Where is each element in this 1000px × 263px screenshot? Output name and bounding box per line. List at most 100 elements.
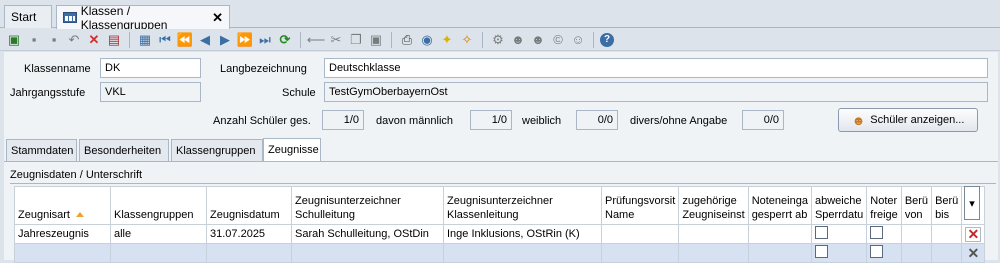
- cell-zeugnisart[interactable]: Jahreszeugnis: [14, 224, 111, 244]
- col-noten-freigabe[interactable]: Noter freige: [866, 186, 902, 225]
- group-title: Zeugnisdaten / Unterschrift: [10, 169, 143, 181]
- cell-pruefungsvorsitz[interactable]: [600, 224, 680, 244]
- cell-klassengruppen[interactable]: alle: [110, 224, 207, 244]
- tab-stammdaten[interactable]: Stammdaten: [6, 139, 77, 161]
- delete-row-icon[interactable]: ✕: [965, 245, 981, 261]
- class-grid-icon: [63, 12, 77, 23]
- copyright-icon[interactable]: ©: [549, 31, 567, 49]
- col-noteneingabe[interactable]: Noteneinga gesperrt ab: [747, 186, 812, 225]
- cell-zeugniseinstellung[interactable]: [678, 224, 749, 244]
- weiblich-field: 0/0: [576, 110, 618, 130]
- checkbox[interactable]: [870, 226, 884, 239]
- sort-asc-icon: [75, 212, 84, 217]
- maennlich-label: davon männlich: [376, 115, 454, 127]
- next-icon[interactable]: ▶: [216, 31, 234, 49]
- save-icon[interactable]: ▪: [25, 31, 43, 49]
- langbezeichnung-label: Langbezeichnung: [220, 63, 307, 75]
- last-icon[interactable]: ⏭: [256, 31, 274, 49]
- checkbox[interactable]: [870, 245, 884, 258]
- toolbar: ▣ ▪ ▪ ↶ ✕ ▤ ▦ ⏮ ⏪ ◀ ▶ ⏩ ⏭ ⟳ ⟵ ✂ ❐ ▣ ⎙ ◉ …: [0, 29, 1000, 51]
- col-schulleitung[interactable]: Zeugnisunterzeichner Schulleitung: [291, 186, 444, 225]
- tab-zeugnisse[interactable]: Zeugnisse: [263, 138, 321, 162]
- print-icon[interactable]: ⎙: [398, 31, 416, 49]
- students-icon: ☻: [851, 112, 866, 128]
- tab-klassen[interactable]: Klassen / Klassengruppen ✕: [56, 3, 230, 32]
- col-klassengruppen[interactable]: Klassengruppen: [110, 186, 207, 225]
- save-disabled-icon[interactable]: ▪: [45, 31, 63, 49]
- toolbar-separator: [593, 31, 594, 48]
- cell-beruecks-von[interactable]: [900, 224, 933, 244]
- tab-klassen-label: Klassen / Klassengruppen: [80, 3, 168, 32]
- checkbox[interactable]: [814, 245, 828, 258]
- table-row[interactable]: Jahreszeugnis alle 31.07.2025 Sarah Schu…: [14, 224, 986, 244]
- cut-icon[interactable]: ✂: [327, 31, 345, 49]
- cell-zeugnisdatum[interactable]: 31.07.2025: [206, 224, 292, 244]
- delete-icon[interactable]: ✕: [85, 31, 103, 49]
- col-abweichend[interactable]: abweiche Sperrdatu: [810, 186, 868, 225]
- tab-klassengruppen[interactable]: Klassengruppen: [171, 139, 263, 161]
- first-icon[interactable]: ⏮: [156, 31, 174, 49]
- schule-field[interactable]: TestGymOberbayernOst: [324, 82, 988, 102]
- col-pruefungsvorsitz[interactable]: Prüfungsvorsit Name: [600, 186, 680, 225]
- cell-noten-freigabe[interactable]: [866, 224, 902, 244]
- group-divider: [10, 183, 996, 184]
- weiblich-label: weiblich: [522, 115, 562, 127]
- cell-delete[interactable]: ✕: [961, 224, 986, 244]
- col-zeugnisart[interactable]: Zeugnisart: [14, 186, 111, 225]
- undo-icon[interactable]: ↶: [65, 31, 83, 49]
- anzahl-schueler-label: Anzahl Schüler ges.: [213, 115, 311, 127]
- delete-row-icon[interactable]: ✕: [965, 226, 982, 242]
- toolbar-separator: [391, 31, 392, 48]
- cell-klassenleitung[interactable]: Inge Inklusions, OStRin (K): [443, 224, 602, 244]
- cell-beruecks-bis[interactable]: [931, 224, 963, 244]
- langbezeichnung-field[interactable]: Deutschklasse: [324, 58, 988, 78]
- jahrgangsstufe-field[interactable]: VKL: [100, 82, 201, 102]
- copy-icon[interactable]: ❐: [347, 31, 365, 49]
- toolbar-separator: [482, 31, 483, 48]
- preview-icon[interactable]: ◉: [418, 31, 436, 49]
- schueler-anzeigen-label: Schüler anzeigen...: [870, 114, 965, 126]
- settings-icon[interactable]: ⚙: [489, 31, 507, 49]
- prev-page-icon[interactable]: ⏪: [176, 31, 194, 49]
- divers-field: 0/0: [742, 110, 784, 130]
- new-icon[interactable]: ▣: [5, 31, 23, 49]
- zeugnis-table: Zeugnisart Klassengruppen Zeugnisdatum Z…: [14, 186, 986, 263]
- back-arrow-icon[interactable]: ⟵: [307, 31, 326, 49]
- table-header-row: Zeugnisart Klassengruppen Zeugnisdatum Z…: [14, 186, 986, 225]
- users-icon[interactable]: ☻: [509, 31, 527, 49]
- col-zeugniseinstellung[interactable]: zugehörige Zeugniseinst: [678, 186, 749, 225]
- jahrgangsstufe-label: Jahrgangsstufe: [10, 87, 86, 99]
- col-klassenleitung[interactable]: Zeugnisunterzeichner Klassenleitung: [443, 186, 602, 225]
- users2-icon[interactable]: ☻: [529, 31, 547, 49]
- close-tab-icon[interactable]: ✕: [212, 10, 223, 26]
- klassenname-label: Klassenname: [24, 63, 91, 75]
- next-page-icon[interactable]: ⏩: [236, 31, 254, 49]
- col-beruecks-von[interactable]: Berü von: [900, 186, 933, 225]
- column-chooser-icon[interactable]: ▾: [964, 186, 980, 220]
- col-beruecks-bis[interactable]: Berü bis: [931, 186, 963, 225]
- col-zeugnisdatum[interactable]: Zeugnisdatum: [206, 186, 292, 225]
- class-detail-panel: Klassenname DK Langbezeichnung Deutschkl…: [4, 52, 998, 263]
- cell-abweichend[interactable]: [810, 224, 868, 244]
- list-icon[interactable]: ▦: [136, 31, 154, 49]
- tab-start[interactable]: Start: [4, 5, 52, 28]
- help-icon[interactable]: ?: [600, 32, 614, 47]
- klassenname-field[interactable]: DK: [100, 58, 201, 78]
- wizard-icon[interactable]: ✧: [458, 31, 476, 49]
- toolbar-separator: [300, 31, 301, 48]
- maennlich-field: 1/0: [470, 110, 512, 130]
- prev-icon[interactable]: ◀: [196, 31, 214, 49]
- cell-noteneingabe[interactable]: [747, 224, 812, 244]
- document-tabstrip: Start Klassen / Klassengruppen ✕: [0, 0, 1000, 32]
- tab-besonderheiten[interactable]: Besonderheiten: [79, 139, 169, 161]
- refresh-icon[interactable]: ⟳: [276, 31, 294, 49]
- divers-label: divers/ohne Angabe: [630, 115, 728, 127]
- user-settings-icon[interactable]: ☺: [569, 31, 587, 49]
- bulb-icon[interactable]: ✦: [438, 31, 456, 49]
- cell-schulleitung[interactable]: Sarah Schulleitung, OStDin: [291, 224, 444, 244]
- anzahl-schueler-field: 1/0: [322, 110, 364, 130]
- paste-icon[interactable]: ▣: [367, 31, 385, 49]
- checkbox[interactable]: [814, 226, 828, 239]
- delete-record-icon[interactable]: ▤: [105, 31, 123, 49]
- schueler-anzeigen-button[interactable]: ☻ Schüler anzeigen...: [838, 108, 978, 132]
